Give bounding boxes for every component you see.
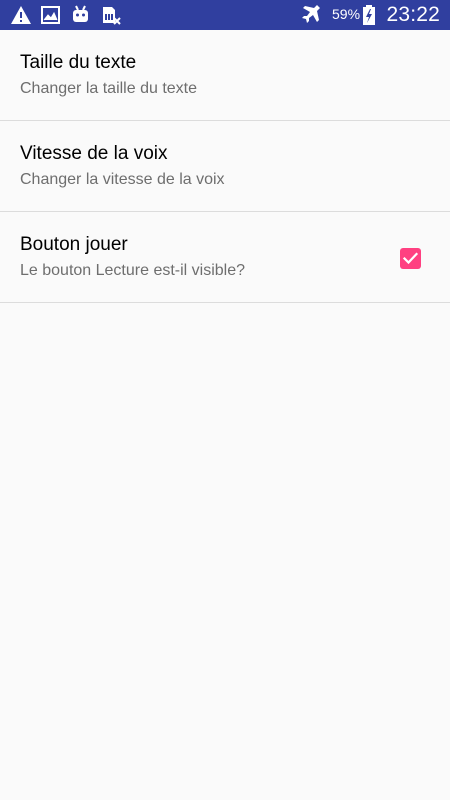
image-icon xyxy=(40,5,62,25)
sim-card-off-icon xyxy=(100,5,122,25)
pref-text-size[interactable]: Taille du texte Changer la taille du tex… xyxy=(0,30,450,121)
battery-percent: 59% xyxy=(332,6,361,22)
play-button-checkbox[interactable] xyxy=(400,248,421,269)
battery-charging-icon xyxy=(362,5,376,25)
pref-voice-speed[interactable]: Vitesse de la voix Changer la vitesse de… xyxy=(0,121,450,212)
status-bar: 59% 23:22 xyxy=(0,0,450,30)
pref-title: Taille du texte xyxy=(20,52,137,73)
pref-summary: Changer la vitesse de la voix xyxy=(20,171,225,188)
warning-icon xyxy=(10,5,32,25)
pref-summary: Changer la taille du texte xyxy=(20,80,197,97)
settings-list: Taille du texte Changer la taille du tex… xyxy=(0,30,450,303)
pref-summary: Le bouton Lecture est-il visible? xyxy=(20,262,246,279)
pref-play-button[interactable]: Bouton jouer Le bouton Lecture est-il vi… xyxy=(0,212,450,303)
pref-title: Bouton jouer xyxy=(20,234,128,255)
airplane-mode-icon xyxy=(300,5,322,25)
checkmark-icon xyxy=(402,252,419,265)
clock: 23:22 xyxy=(386,3,440,26)
android-icon xyxy=(70,5,92,25)
pref-title: Vitesse de la voix xyxy=(20,143,168,164)
